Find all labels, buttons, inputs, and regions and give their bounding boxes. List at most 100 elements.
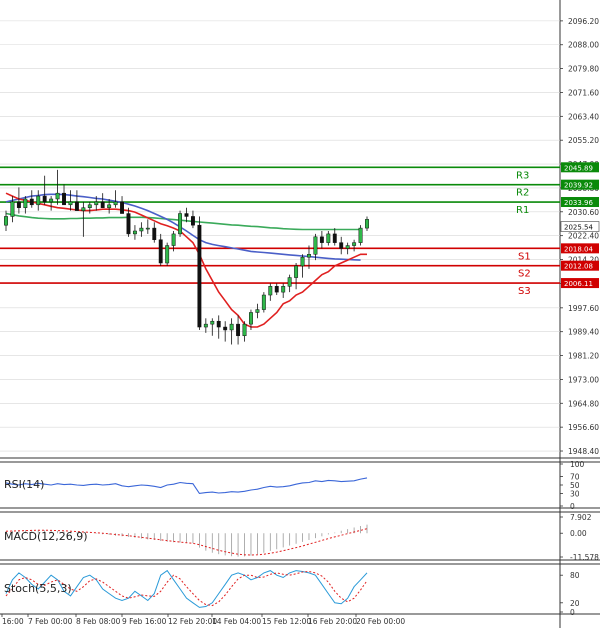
candle-body (261, 294, 266, 310)
price-tick-label: 1956.60 (568, 423, 599, 432)
rsi-tick-label: 0 (570, 502, 575, 511)
candle-body (313, 236, 318, 255)
candle-body (216, 320, 221, 328)
candle-body (132, 230, 137, 235)
rsi-tick-label: 100 (570, 460, 585, 469)
macd-label: MACD(12,26,9) (4, 530, 88, 543)
candle-body (87, 204, 92, 208)
candle-body (165, 245, 170, 264)
level-name-r1: R1 (516, 205, 529, 216)
price-tick-label: 1948.40 (568, 447, 599, 456)
candle-body (339, 242, 344, 249)
macd-tick-label: -11.578 (570, 553, 599, 562)
level-tag-r3: 2039.92 (564, 182, 593, 190)
candle-body (319, 236, 324, 243)
candle-body (139, 227, 144, 232)
chart-background (0, 0, 600, 628)
candle-body (365, 219, 369, 229)
candle-body (74, 201, 79, 211)
candle-body (42, 195, 47, 203)
time-tick-label: 14 Feb 04:00 (212, 617, 261, 626)
price-tick-label: 2088.00 (568, 41, 599, 50)
candle-body (29, 198, 34, 206)
candle-body (345, 245, 350, 249)
stoch-tick-label: 80 (570, 571, 580, 580)
level-name-s3: S3 (518, 286, 531, 297)
trading-chart[interactable]: R3 R2 R1 S1 S2 S3 2096.20 2088.00 2079.80 2071.6… (0, 0, 600, 628)
time-tick-label: 15 Feb 12:00 (262, 617, 311, 626)
price-tick-label: 1973.00 (568, 375, 599, 384)
candle-body (16, 201, 21, 208)
level-tag-s2: 2012.08 (564, 263, 593, 271)
candle-body (152, 227, 157, 240)
candle-body (171, 233, 176, 246)
time-tick-label: 16:00 (2, 617, 24, 626)
price-tick-label: 1964.80 (568, 399, 599, 408)
candle-body (197, 224, 202, 328)
price-tick-label: 2022.40 (568, 232, 599, 241)
candle-body (81, 207, 86, 211)
candle-body (178, 213, 183, 235)
candle-body (294, 265, 299, 278)
candle-body (249, 312, 253, 325)
candle-body (4, 216, 8, 226)
candle-body (107, 204, 112, 208)
time-tick-label: 20 Feb 00:00 (356, 617, 405, 626)
price-tick-label: 2030.60 (568, 208, 599, 217)
last-price-tag: 2025.54 (564, 224, 593, 232)
candle-body (55, 192, 60, 200)
level-name-s2: S2 (518, 269, 531, 280)
candle-body (255, 309, 260, 313)
time-tick-label: 8 Feb 08:00 (76, 617, 121, 626)
candle-body (10, 201, 15, 217)
candle-body (190, 216, 195, 226)
price-tick-label: 1997.60 (568, 304, 599, 313)
candle-body (184, 213, 189, 217)
time-tick-label: 16 Feb 20:00 (308, 617, 357, 626)
candle-body (120, 201, 124, 214)
price-tick-label: 2063.40 (568, 112, 599, 121)
candle-body (100, 201, 105, 208)
price-tick-label: 2079.80 (568, 65, 599, 74)
candle-body (274, 286, 279, 293)
candle-body (307, 254, 311, 258)
candle-body (229, 323, 234, 331)
candle-body (145, 227, 150, 230)
candle-body (94, 201, 99, 206)
candle-body (68, 201, 73, 206)
candle-body (113, 201, 118, 206)
candle-body (62, 192, 66, 206)
candle-body (126, 213, 131, 235)
price-tick-label: 2071.60 (568, 88, 599, 97)
time-tick-label: 7 Feb 00:00 (28, 617, 73, 626)
candle-body (158, 239, 163, 264)
candle-body (236, 323, 241, 337)
candle-body (223, 326, 228, 331)
level-tag-r2: 2033.96 (564, 199, 593, 207)
candle-body (268, 286, 273, 296)
candle-body (326, 233, 331, 243)
price-tags: 2045.89 2039.92 2033.96 2018.04 2012.08 2006.… (560, 162, 600, 289)
candle-body (287, 277, 292, 287)
candle-body (210, 320, 215, 325)
stoch-tick-label: 20 (570, 599, 580, 608)
price-tick-label: 1989.40 (568, 328, 599, 337)
time-tick-label: 9 Feb 16:00 (122, 617, 167, 626)
candle-body (36, 195, 41, 206)
candle-body (332, 233, 337, 243)
time-tick-label: 12 Feb 20:00 (168, 617, 217, 626)
level-tag-s3: 2006.11 (564, 280, 593, 288)
candle-body (242, 323, 247, 337)
candle-body (300, 256, 305, 267)
candle-body (23, 198, 28, 208)
candle-body (358, 227, 363, 243)
price-tick-label: 1981.20 (568, 352, 599, 361)
level-tag-r1: 2045.89 (564, 164, 593, 172)
level-tag-s1: 2018.04 (564, 245, 593, 253)
candle-body (281, 286, 286, 293)
level-name-r3: R3 (516, 170, 529, 181)
macd-tick-label: 0.00 (570, 529, 587, 538)
candle-body (352, 242, 357, 246)
candle-body (49, 198, 54, 203)
stoch-label: Stoch(5,5,3) (4, 582, 72, 595)
